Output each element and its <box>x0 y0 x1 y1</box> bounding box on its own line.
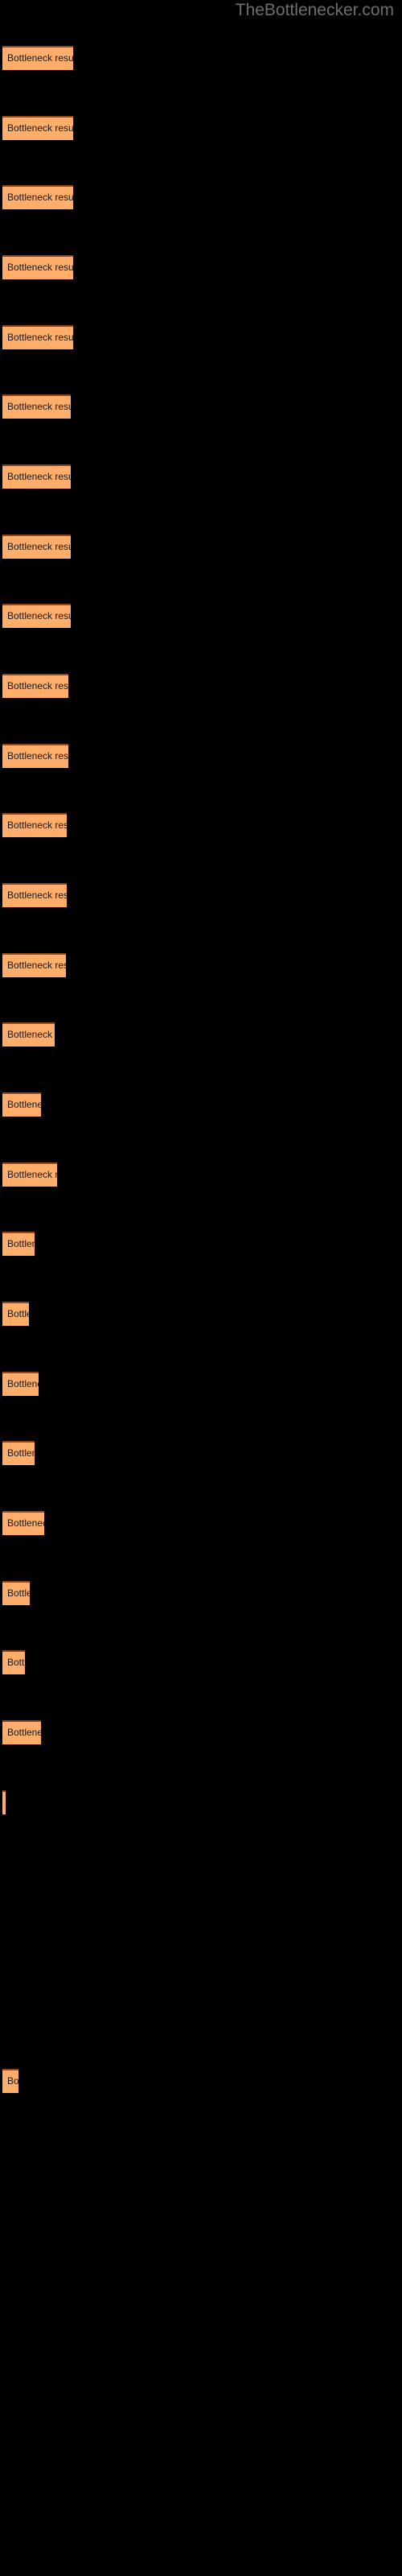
bar-clip: Bottleneck result <box>2 255 73 279</box>
bar-clip: Bottleneck result <box>2 1441 35 1465</box>
bar-clip: Bottleneck result <box>2 1302 29 1326</box>
bottleneck-result-bar[interactable] <box>2 1372 39 1396</box>
bottleneck-result-bar[interactable] <box>2 1022 55 1046</box>
bar-clip: Bottleneck result <box>2 325 73 349</box>
bottleneck-result-bar[interactable] <box>2 116 73 140</box>
bar-clip: Bottleneck result <box>2 604 71 628</box>
bar-clip: Bottleneck result <box>2 535 71 559</box>
bar-clip: Bottleneck result <box>2 185 73 209</box>
bottleneck-result-bar[interactable] <box>2 185 73 209</box>
bar-clip: Bottleneck result <box>2 883 67 907</box>
bottleneck-result-bar[interactable] <box>2 1232 35 1256</box>
bottleneck-result-bar[interactable] <box>2 394 71 419</box>
bottleneck-result-bar[interactable] <box>2 1092 41 1117</box>
bottleneck-result-bar[interactable] <box>2 464 71 489</box>
bottleneck-result-bar[interactable] <box>2 1790 6 1814</box>
chart-page: TheBottlenecker.com Bottleneck result Bot… <box>0 0 402 2576</box>
bar-clip: Bottleneck result <box>2 116 73 140</box>
bar-clip: Bottleneck result <box>2 813 67 837</box>
bar-clip: Bottleneck result <box>2 1372 39 1396</box>
bar-clip: Bottleneck result <box>2 394 71 419</box>
bar-clip: Bottleneck result <box>2 1511 44 1535</box>
bar-clip: Bottleneck result <box>2 46 73 70</box>
bottleneck-result-bar[interactable] <box>2 953 66 977</box>
bottleneck-result-bar[interactable] <box>2 255 73 279</box>
bar-clip: Bottleneck result <box>2 674 68 698</box>
bottleneck-result-bar[interactable] <box>2 46 73 70</box>
bottleneck-result-bar[interactable] <box>2 744 68 768</box>
bar-clip: Bottleneck result <box>2 1790 6 1814</box>
bottleneck-result-bar[interactable] <box>2 1650 25 1674</box>
bar-clip: Bottleneck result <box>2 744 68 768</box>
bar-clip: Bottleneck result <box>2 1092 41 1117</box>
bar-chart-plot-area: Bottleneck result Bottleneck result Bottle… <box>0 0 402 2576</box>
bottleneck-result-bar[interactable] <box>2 1511 44 1535</box>
bottleneck-result-bar[interactable] <box>2 1302 29 1326</box>
bar-clip: Bottleneck result <box>2 1162 57 1187</box>
bar-clip: Bottleneck result <box>2 1022 55 1046</box>
bar-clip: Bottleneck result <box>2 1232 35 1256</box>
bottleneck-result-bar[interactable] <box>2 1441 35 1465</box>
bottleneck-result-bar[interactable] <box>2 1581 30 1605</box>
bar-clip: Bottleneck result <box>2 1581 30 1605</box>
bottleneck-result-bar[interactable] <box>2 1720 41 1744</box>
bottleneck-result-bar[interactable] <box>2 674 68 698</box>
bar-clip: Bottleneck result <box>2 464 71 489</box>
bottleneck-result-bar[interactable] <box>2 325 73 349</box>
bar-clip: Bottleneck result <box>2 1720 41 1744</box>
bottleneck-result-bar[interactable] <box>2 2069 18 2093</box>
bar-clip: Bottleneck result <box>2 1650 25 1674</box>
bottleneck-result-bar[interactable] <box>2 883 67 907</box>
bar-clip: Bottleneck result <box>2 2069 18 2093</box>
bar-clip: Bottleneck result <box>2 953 66 977</box>
bottleneck-result-bar[interactable] <box>2 604 71 628</box>
bottleneck-result-bar[interactable] <box>2 813 67 837</box>
bottleneck-result-bar[interactable] <box>2 535 71 559</box>
bottleneck-result-bar[interactable] <box>2 1162 57 1187</box>
